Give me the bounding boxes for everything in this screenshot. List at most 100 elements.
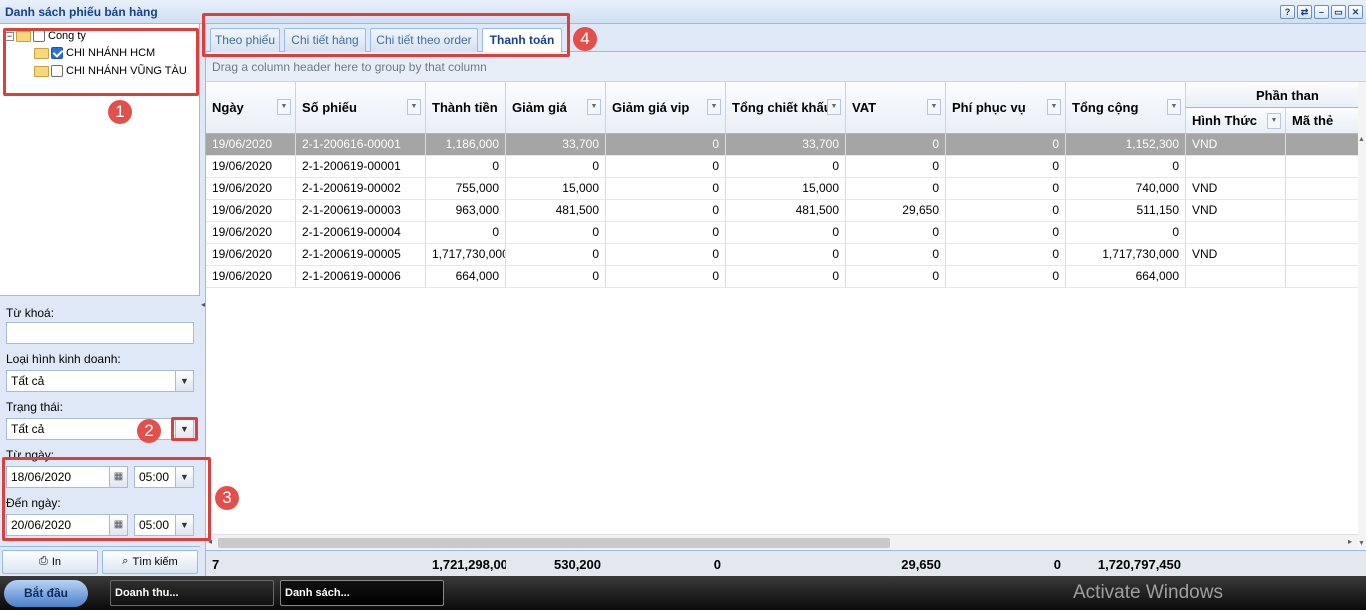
column-header-tong-cong[interactable]: Tổng cộng ▼ xyxy=(1066,82,1186,134)
cell-so-phieu: 2-1-200619-00001 xyxy=(296,156,426,178)
cell-ma-the xyxy=(1286,156,1358,178)
column-header-giam-gia-vip[interactable]: Giảm giá vip ▼ xyxy=(606,82,726,134)
business-type-select[interactable]: Tất cả ▼ xyxy=(6,370,194,392)
total-giam-gia-vip: 0 xyxy=(713,557,721,572)
horizontal-scrollbar[interactable]: ◂ ▸ xyxy=(206,534,1358,550)
filter-dropdown-icon[interactable]: ▼ xyxy=(587,99,601,115)
from-date-value: 18/06/2020 xyxy=(11,470,72,484)
taskbar-item-doanh-thu[interactable]: Doanh thu... xyxy=(110,580,274,606)
column-header-label: Giảm giá xyxy=(512,100,567,115)
cell-giam-gia: 481,500 xyxy=(506,200,606,222)
calendar-icon[interactable]: ▦ xyxy=(109,467,127,487)
column-header-tong-chiet-khau[interactable]: Tổng chiết khấu ▼ xyxy=(726,82,846,134)
tree-item-vungtau[interactable]: CHI NHÁNH VŨNG TÀU xyxy=(34,63,187,79)
filter-dropdown-icon[interactable]: ▼ xyxy=(827,99,841,115)
taskbar-item-danh-sach[interactable]: Danh sách... xyxy=(280,580,444,606)
column-header-phi-phuc-vu[interactable]: Phí phục vụ ▼ xyxy=(946,82,1066,134)
table-row[interactable]: 19/06/2020 2-1-200616-00001 1,186,000 33,70… xyxy=(206,134,1358,156)
minimize-icon[interactable]: – xyxy=(1314,5,1329,19)
print-button[interactable]: ⎙ In xyxy=(2,549,98,574)
keyword-input[interactable] xyxy=(6,322,194,344)
filter-dropdown-icon[interactable]: ▼ xyxy=(1047,99,1061,115)
column-header-ma-the[interactable]: Mã thẻ xyxy=(1286,108,1358,134)
collapse-arrow-icon[interactable]: ◂ xyxy=(201,300,205,309)
search-button-label: Tìm kiếm xyxy=(132,555,178,568)
action-bar: ⎙ In ⌕ Tìm kiếm xyxy=(0,546,200,576)
column-header-hinh-thuc[interactable]: Hình Thức ▼ xyxy=(1186,108,1286,134)
cell-vat: 0 xyxy=(846,134,946,156)
column-header-ngay[interactable]: Ngày ▼ xyxy=(206,82,296,134)
calendar-icon[interactable]: ▦ xyxy=(109,515,127,535)
status-select[interactable]: Tất cả ▼ xyxy=(6,418,194,440)
keyword-label: Từ khoá: xyxy=(6,306,55,320)
cell-giam-gia-vip: 0 xyxy=(606,244,726,266)
filter-dropdown-icon[interactable]: ▼ xyxy=(407,99,421,115)
business-type-value: Tất cả xyxy=(11,374,45,388)
tree-item-hcm-checkbox[interactable] xyxy=(51,47,63,59)
tree-root-checkbox[interactable] xyxy=(33,30,45,42)
total-phi-phuc-vu: 0 xyxy=(1053,557,1061,572)
scroll-up-icon[interactable]: ▲ xyxy=(1358,136,1365,143)
total-giam-gia: 530,200 xyxy=(554,557,601,572)
cell-hinh-thuc xyxy=(1186,266,1286,288)
to-time-select[interactable]: 05:00 ▼ xyxy=(134,514,194,536)
cell-vat: 0 xyxy=(846,266,946,288)
maximize-icon[interactable]: ▭ xyxy=(1331,5,1346,19)
to-date-field[interactable]: 20/06/2020 ▦ xyxy=(6,514,128,536)
table-row[interactable]: 19/06/2020 2-1-200619-00002 755,000 15,000 0… xyxy=(206,178,1358,200)
scroll-left-icon[interactable]: ◂ xyxy=(208,537,212,546)
tab-theo-phieu[interactable]: Theo phiếu xyxy=(210,28,280,52)
filter-dropdown-icon[interactable]: ▼ xyxy=(707,99,721,115)
column-header-label: Ngày xyxy=(212,100,244,115)
vertical-scrollbar[interactable]: ▲ ▼ xyxy=(1358,82,1366,550)
table-row[interactable]: 19/06/2020 2-1-200619-00006 664,000 0 0 0 0 0 66… xyxy=(206,266,1358,288)
cell-thanh-tien: 1,717,730,000 xyxy=(426,244,506,266)
filter-dropdown-icon[interactable]: ▼ xyxy=(1167,99,1181,115)
filter-dropdown-icon[interactable]: ▼ xyxy=(927,99,941,115)
refresh-icon[interactable]: ⇄ xyxy=(1297,5,1312,19)
chevron-down-icon[interactable]: ▼ xyxy=(175,515,193,535)
tab-chi-tiet-theo-order[interactable]: Chi tiết theo order xyxy=(370,28,478,52)
cell-phi-phuc-vu: 0 xyxy=(946,156,1066,178)
from-date-field[interactable]: 18/06/2020 ▦ xyxy=(6,466,128,488)
table-row[interactable]: 19/06/2020 2-1-200619-00003 963,000 481,500… xyxy=(206,200,1358,222)
from-time-select[interactable]: 05:00 ▼ xyxy=(134,466,194,488)
tree-root[interactable]: − Cong ty xyxy=(5,28,86,44)
cell-so-phieu: 2-1-200619-00006 xyxy=(296,266,426,288)
column-header-vat[interactable]: VAT ▼ xyxy=(846,82,946,134)
filter-dropdown-icon[interactable]: ▼ xyxy=(277,99,291,115)
search-button[interactable]: ⌕ Tìm kiếm xyxy=(102,549,198,574)
scroll-right-icon[interactable]: ▸ xyxy=(1348,537,1352,546)
group-by-bar[interactable]: Drag a column header here to group by th… xyxy=(206,52,1366,82)
chevron-down-icon[interactable]: ▼ xyxy=(175,371,193,391)
table-row[interactable]: 19/06/2020 2-1-200619-00001 0 0 0 0 0 0 0 xyxy=(206,156,1358,178)
table-row[interactable]: 19/06/2020 2-1-200619-00005 1,717,730,000 0… xyxy=(206,244,1358,266)
close-icon[interactable]: ✕ xyxy=(1348,5,1363,19)
scroll-thumb[interactable] xyxy=(218,538,890,548)
cell-vat: 0 xyxy=(846,178,946,200)
cell-vat: 0 xyxy=(846,244,946,266)
tab-thanh-toan[interactable]: Thanh toán xyxy=(482,28,562,53)
tree-item-hcm[interactable]: CHI NHÁNH HCM xyxy=(34,45,155,61)
filter-dropdown-icon[interactable]: ▼ xyxy=(1267,113,1281,129)
cell-giam-gia-vip: 0 xyxy=(606,222,726,244)
chevron-down-icon[interactable]: ▼ xyxy=(175,467,193,487)
tab-chi-tiet-hang[interactable]: Chi tiết hàng xyxy=(284,28,366,52)
cell-hinh-thuc xyxy=(1186,156,1286,178)
scroll-down-icon[interactable]: ▼ xyxy=(1358,540,1365,547)
cell-thanh-tien: 963,000 xyxy=(426,200,506,222)
total-vat: 29,650 xyxy=(901,557,941,572)
column-header-so-phieu[interactable]: Số phiếu ▼ xyxy=(296,82,426,134)
cell-giam-gia: 0 xyxy=(506,266,606,288)
print-button-label: In xyxy=(51,555,61,568)
column-header-thanh-tien[interactable]: Thành tiền xyxy=(426,82,506,134)
column-header-giam-gia[interactable]: Giảm giá ▼ xyxy=(506,82,606,134)
start-button[interactable]: Bắt đầu xyxy=(4,580,88,607)
grid-summary-footer: 7 1,721,298,000 530,200 0 29,650 0 1,720… xyxy=(206,550,1366,576)
tree-item-vungtau-checkbox[interactable] xyxy=(51,65,63,77)
table-row[interactable]: 19/06/2020 2-1-200619-00004 0 0 0 0 0 0 0 xyxy=(206,222,1358,244)
tree-root-label: Cong ty xyxy=(48,30,86,42)
chevron-down-icon[interactable]: ▼ xyxy=(175,419,193,439)
help-icon[interactable]: ? xyxy=(1280,5,1295,19)
collapse-icon[interactable]: − xyxy=(5,31,14,41)
